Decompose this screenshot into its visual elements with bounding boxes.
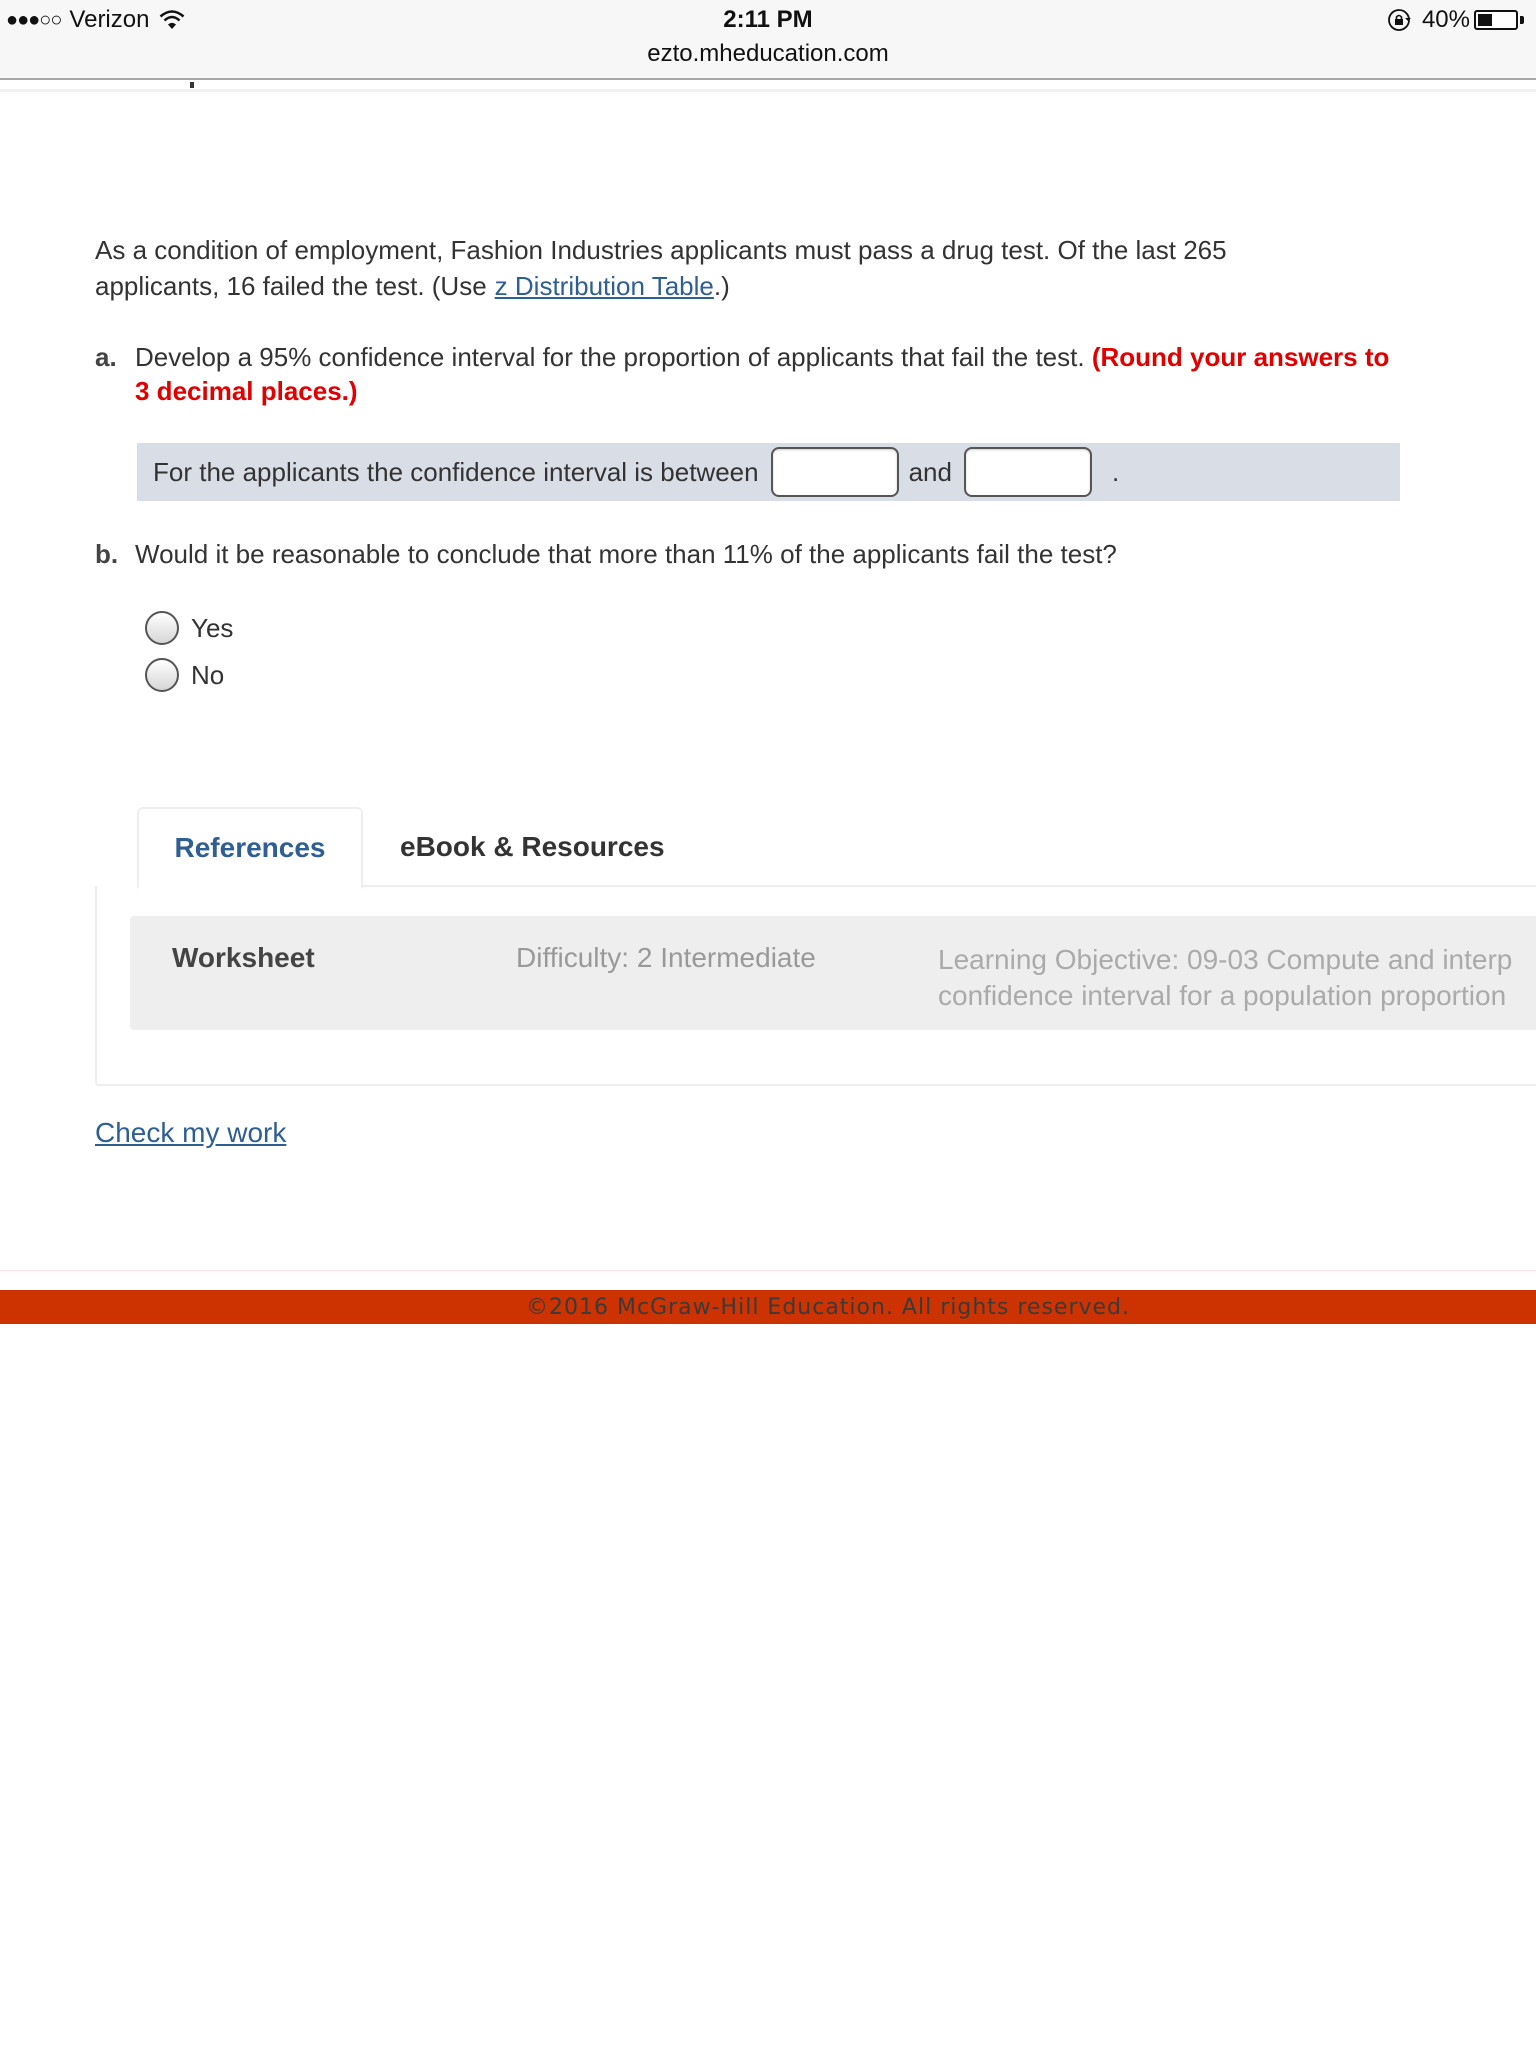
reference-type: Worksheet [172, 942, 315, 973]
z-distribution-table-link[interactable]: z Distribution Table [495, 271, 714, 301]
option-no-label[interactable]: No [191, 660, 224, 691]
resource-tabs: References eBook & Resources [137, 807, 1536, 889]
status-right: 40% [1386, 6, 1524, 34]
part-a: a. Develop a 95% confidence interval for… [95, 340, 1395, 408]
part-b-letter: b. [95, 539, 119, 569]
upper-bound-input[interactable] [963, 447, 1092, 497]
option-no[interactable]: No [145, 658, 224, 692]
clock: 2:11 PM [723, 6, 813, 33]
learning-objective: Learning Objective: 09-03 Compute and in… [938, 942, 1512, 1014]
option-yes-label[interactable]: Yes [191, 613, 233, 644]
answer-prefix: For the applicants the confidence interv… [153, 456, 759, 487]
battery-percent: 40% [1421, 6, 1470, 33]
radio-no[interactable] [145, 658, 179, 692]
confidence-interval-answer-row: For the applicants the confidence interv… [137, 443, 1400, 501]
ios-status-bar: ●●●○○ Verizon 2:11 PM ezto.mheducation.c… [0, 0, 1536, 80]
objective-line-1: Learning Objective: 09-03 Compute and in… [938, 944, 1513, 975]
tab-references[interactable]: References [137, 807, 363, 889]
intro-end: .) [713, 271, 730, 301]
copyright-text: ©2016 McGraw-Hill Education. All rights … [525, 1294, 1131, 1320]
answer-suffix: . [1111, 456, 1120, 487]
part-a-text: Develop a 95% confidence interval for th… [135, 342, 1085, 372]
lower-bound-input[interactable] [770, 447, 899, 497]
references-panel: Worksheet Difficulty: 2 Intermediate Lea… [95, 886, 1536, 1086]
part-b: b. Would it be reasonable to conclude th… [95, 537, 1395, 571]
reference-info-bar: Worksheet Difficulty: 2 Intermediate Lea… [130, 916, 1536, 1030]
battery-level-fill [1478, 14, 1492, 26]
url-bar[interactable]: ezto.mheducation.com [0, 40, 1536, 68]
footer-divider [0, 1270, 1536, 1271]
objective-line-2: confidence interval for a population pro… [938, 980, 1507, 1011]
part-a-letter: a. [95, 342, 117, 372]
question-intro: As a condition of employment, Fashion In… [95, 232, 1435, 304]
answer-and: and [908, 456, 952, 487]
copyright-footer: ©2016 McGraw-Hill Education. All rights … [0, 1290, 1536, 1324]
page-edge-remnant [0, 82, 1536, 92]
difficulty-label: Difficulty: 2 Intermediate [516, 942, 816, 973]
option-yes[interactable]: Yes [145, 611, 233, 645]
check-my-work-link[interactable]: Check my work [95, 1117, 286, 1149]
battery-icon [1474, 8, 1524, 32]
radio-yes[interactable] [145, 611, 179, 645]
tab-ebook-resources[interactable]: eBook & Resources [400, 807, 665, 887]
part-b-text: Would it be reasonable to conclude that … [135, 539, 1117, 569]
rotation-lock-icon [1388, 9, 1411, 31]
